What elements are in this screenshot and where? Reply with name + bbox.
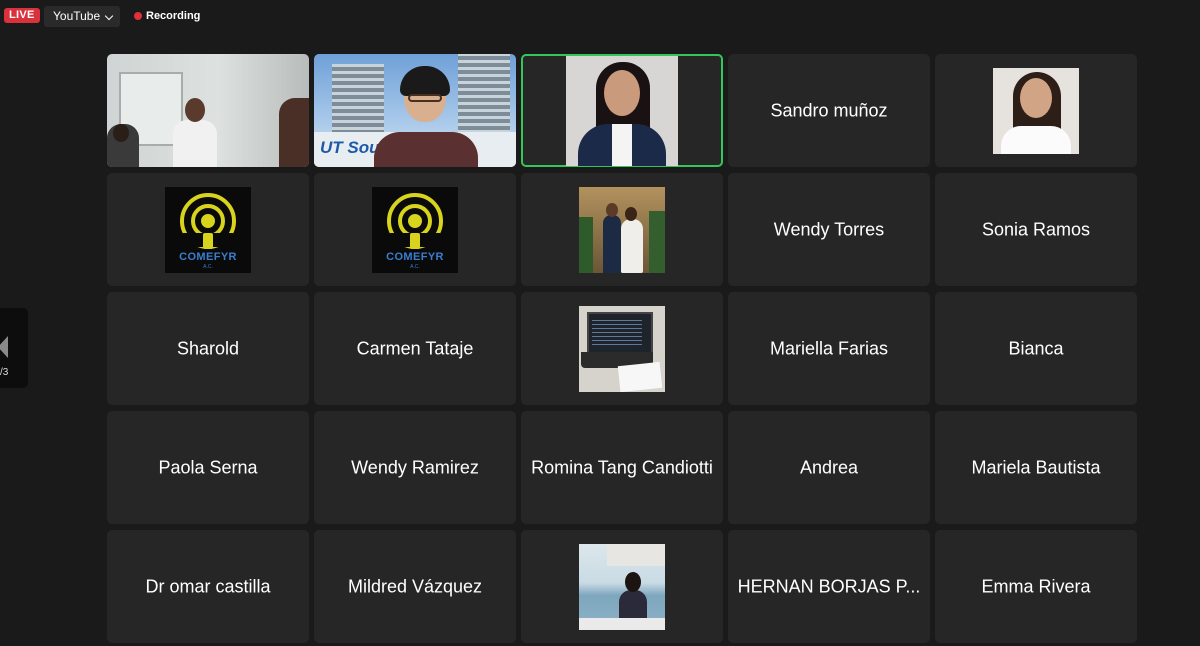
- video-building: [458, 54, 510, 144]
- participant-tile[interactable]: Wendy Torres: [728, 173, 930, 286]
- comefyr-logo: COMEFYR A.C.: [372, 186, 458, 273]
- photo-awning: [607, 543, 665, 566]
- participant-name: Romina Tang Candiotti: [531, 457, 713, 477]
- participant-tile[interactable]: Wendy Ramirez: [314, 411, 516, 524]
- arrow-left-icon: [0, 336, 8, 358]
- participant-name: Dr omar castilla: [145, 576, 271, 596]
- recording-indicator[interactable]: Recording: [134, 10, 200, 22]
- participant-tile[interactable]: Sonia Ramos: [935, 173, 1137, 286]
- logo-brand: COMEFYR: [179, 250, 237, 263]
- participant-name: Sandro muñoz: [770, 100, 888, 120]
- participant-tile[interactable]: Mariella Farias: [728, 292, 930, 405]
- page-indicator: /3: [0, 367, 9, 378]
- participant-tile[interactable]: Sharold: [107, 292, 309, 405]
- profile-photo: [993, 67, 1079, 154]
- photo-shirt: [612, 123, 632, 166]
- logo-ring: [201, 213, 215, 228]
- logo-stem: [203, 232, 213, 249]
- video-person-head: [113, 124, 129, 142]
- participant-tile[interactable]: Bianca: [935, 292, 1137, 405]
- top-bar: LIVE YouTube Recording: [0, 0, 1200, 32]
- video-building: [332, 64, 384, 134]
- participant-name: Carmen Tataje: [356, 338, 474, 358]
- participant-name: Paola Serna: [158, 457, 258, 477]
- chevron-down-icon: [104, 11, 114, 21]
- participant-name: Wendy Ramirez: [351, 457, 479, 477]
- participant-name: Wendy Torres: [773, 219, 885, 239]
- stream-platform-dropdown[interactable]: YouTube: [44, 6, 120, 27]
- participant-tile[interactable]: Romina Tang Candiotti: [521, 411, 723, 524]
- record-dot-icon: [134, 12, 142, 20]
- participant-name: Mildred Vázquez: [347, 576, 483, 596]
- participant-name: Mariella Farias: [769, 338, 889, 358]
- photo-woman-head: [625, 571, 641, 592]
- participant-name: Mariela Bautista: [971, 457, 1101, 477]
- profile-photo-laptop: [579, 305, 665, 392]
- participant-tile[interactable]: Paola Serna: [107, 411, 309, 524]
- photo-laptop-code: [592, 317, 642, 348]
- photo-groom-head: [606, 202, 618, 217]
- photo-bride: [621, 218, 643, 273]
- participant-tile[interactable]: Mariela Bautista: [935, 411, 1137, 524]
- logo-suffix: A.C.: [410, 263, 420, 270]
- participant-tile[interactable]: HERNAN BORJAS P...: [728, 530, 930, 643]
- platform-label: YouTube: [53, 9, 101, 23]
- participant-tile[interactable]: Andrea: [728, 411, 930, 524]
- participant-tile[interactable]: Dr omar castilla: [107, 530, 309, 643]
- profile-photo: [566, 55, 678, 166]
- video-person-right: [279, 98, 309, 167]
- photo-face: [1020, 77, 1052, 118]
- comefyr-logo: COMEFYR A.C.: [165, 186, 251, 273]
- photo-plant: [579, 216, 593, 273]
- participant-name: Andrea: [799, 457, 859, 477]
- participant-tile-active-speaker[interactable]: [521, 54, 723, 167]
- participant-tile[interactable]: [521, 173, 723, 286]
- logo-brand: COMEFYR: [386, 250, 444, 263]
- participant-tile[interactable]: [521, 292, 723, 405]
- logo-ring: [408, 213, 422, 228]
- photo-bride-head: [625, 206, 637, 221]
- video-woman-body: [173, 120, 217, 167]
- video-person-glasses: [408, 94, 442, 102]
- logo-stem: [410, 232, 420, 249]
- photo-body: [1001, 125, 1071, 154]
- participant-name: Sonia Ramos: [981, 219, 1091, 239]
- participant-tile[interactable]: Carmen Tataje: [314, 292, 516, 405]
- recording-label: Recording: [146, 10, 201, 22]
- participant-tile[interactable]: Emma Rivera: [935, 530, 1137, 643]
- photo-plant: [649, 210, 665, 273]
- participant-tile[interactable]: Sandro muñoz: [728, 54, 930, 167]
- participant-tile[interactable]: [935, 54, 1137, 167]
- profile-photo-beach: [579, 543, 665, 630]
- gallery-previous-page-button[interactable]: /3: [0, 308, 28, 388]
- participant-tile[interactable]: Mildred Vázquez: [314, 530, 516, 643]
- participant-tile-video-1[interactable]: [107, 54, 309, 167]
- participant-tile-video-2[interactable]: UT South: [314, 54, 516, 167]
- video-woman-head: [185, 98, 205, 122]
- participant-name: Bianca: [1008, 338, 1064, 358]
- live-badge[interactable]: LIVE: [4, 8, 40, 23]
- participant-name: Sharold: [176, 338, 240, 358]
- profile-photo-wedding: [579, 186, 665, 273]
- participant-name: Emma Rivera: [981, 576, 1091, 596]
- video-person-body: [374, 132, 478, 167]
- logo-suffix: A.C.: [203, 263, 213, 270]
- participant-tile[interactable]: [521, 530, 723, 643]
- participant-tile[interactable]: COMEFYR A.C.: [314, 173, 516, 286]
- photo-face: [604, 69, 640, 116]
- photo-table: [579, 617, 665, 630]
- participant-tile[interactable]: COMEFYR A.C.: [107, 173, 309, 286]
- photo-groom: [603, 214, 621, 273]
- photo-paper: [617, 361, 663, 392]
- participant-name: HERNAN BORJAS P...: [737, 576, 921, 596]
